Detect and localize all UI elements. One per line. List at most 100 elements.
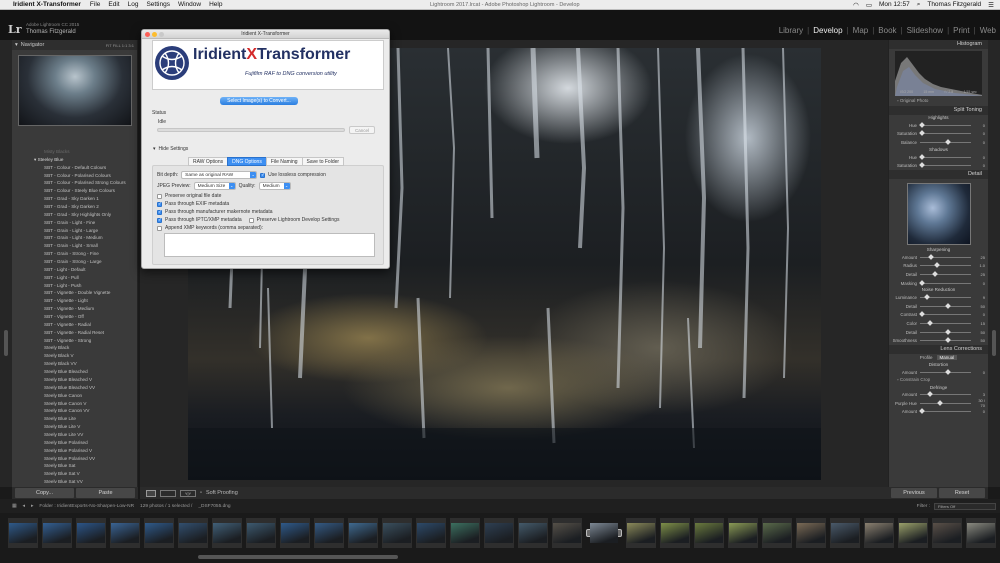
filmstrip-thumb[interactable] (626, 518, 656, 548)
slider-knob[interactable] (919, 153, 925, 160)
preset-item[interactable]: SBT - Grad - Sky Highlights Only (12, 211, 138, 219)
zoom-icon[interactable] (159, 32, 164, 37)
slider-track[interactable] (920, 400, 971, 406)
constrain-crop-checkbox[interactable]: ▫ Constrain Crop (889, 377, 988, 385)
makernote-checkbox[interactable] (157, 209, 162, 215)
battery-icon[interactable]: ▭ (866, 1, 872, 9)
exif-checkbox[interactable] (157, 201, 162, 207)
navigator-preview[interactable] (17, 55, 132, 126)
slider-track[interactable] (920, 139, 971, 145)
filmstrip-scroll-thumb[interactable] (198, 555, 398, 559)
split-toning-header[interactable]: Split Toning (889, 106, 988, 115)
filmstrip-thumb[interactable] (42, 518, 72, 548)
slider-knob[interactable] (944, 302, 951, 309)
filmstrip-thumb[interactable] (864, 518, 894, 548)
slider-value[interactable]: 0 (974, 370, 985, 375)
slider-row[interactable]: Smoothness 50 (889, 336, 988, 345)
slider-row[interactable]: Hue 0 (889, 121, 988, 130)
jpeg-preview-select[interactable]: Medium Size ⌄ (193, 182, 236, 190)
slider-track[interactable] (920, 271, 971, 277)
distortion-amount-slider[interactable]: Amount 0 (889, 368, 988, 377)
slider-row[interactable]: Masking 0 (889, 279, 988, 288)
preset-item[interactable]: SBT - Colour - Steely Blue Colours (12, 187, 138, 195)
detail-header[interactable]: Detail (889, 169, 988, 179)
reset-button[interactable]: Reset (939, 488, 985, 498)
tab-raw-options[interactable]: RAW Options (188, 157, 229, 166)
select-images-button[interactable]: Select Image(s) to Convert... (220, 97, 298, 105)
slider-knob[interactable] (919, 162, 925, 169)
cancel-button[interactable]: Cancel (349, 126, 375, 134)
preset-item[interactable]: SBT - Grain - Light - Large (12, 227, 138, 235)
filmstrip-thumb[interactable] (416, 518, 446, 548)
slider-value[interactable]: 0 (974, 155, 985, 160)
module-map[interactable]: Map (853, 26, 869, 35)
back-arrow-icon[interactable]: ◂ (23, 504, 25, 509)
slider-knob[interactable] (919, 130, 925, 137)
tab-dng-options[interactable]: DNG Options (227, 157, 267, 166)
filmstrip-thumb[interactable] (830, 518, 860, 548)
preset-item[interactable]: SBT - Vignette - Off (12, 313, 138, 321)
previous-button[interactable]: Previous (891, 488, 937, 498)
tab-file-naming[interactable]: File Naming (265, 157, 303, 166)
filmstrip-thumb[interactable] (660, 518, 690, 548)
preset-item[interactable]: SBT - Grain - Strong - Fine (12, 250, 138, 258)
slider-value[interactable]: 1.0 (974, 263, 985, 268)
soft-proofing-checkbox[interactable]: ▫ (200, 490, 202, 496)
menu-edit[interactable]: Edit (108, 1, 119, 8)
filmstrip-thumb[interactable] (348, 518, 378, 548)
filmstrip-thumb[interactable] (898, 518, 928, 548)
preserve-lr-checkbox[interactable] (248, 217, 254, 223)
filmstrip-thumb[interactable] (144, 518, 174, 548)
slider-track[interactable] (920, 262, 971, 269)
slider-row[interactable]: Color 15 (889, 319, 988, 328)
slider-track[interactable] (920, 320, 971, 326)
slider-value[interactable]: 25 (974, 255, 985, 260)
module-slideshow[interactable]: Slideshow (907, 26, 943, 35)
slider-row[interactable]: Amount 0 (889, 408, 988, 417)
preset-folder-faint[interactable]: Misty Blacks (12, 148, 138, 156)
slider-knob[interactable] (944, 139, 951, 145)
slider-value[interactable]: 0 (974, 123, 985, 128)
slider-row[interactable]: Detail 25 (889, 270, 988, 279)
bit-depth-select[interactable]: Same as original RAW ⌄ (181, 171, 258, 179)
slider-knob[interactable] (919, 311, 925, 318)
slider-row[interactable]: Saturation 0 (889, 130, 988, 139)
preset-item[interactable]: Steely Blue Sat (12, 462, 138, 470)
filmstrip-thumb[interactable] (552, 518, 582, 548)
filmstrip-thumb[interactable] (314, 518, 344, 548)
preset-item[interactable]: SBT - Grain - Strong - Large (12, 258, 138, 266)
preset-item[interactable]: Steely Blue Lite (12, 415, 138, 423)
right-panel-handle[interactable] (992, 330, 996, 356)
menu-window[interactable]: Window (178, 1, 201, 8)
preset-item[interactable]: Steely Blue Polarised (12, 439, 138, 447)
slider-value[interactable]: 0 (974, 409, 985, 414)
slider-value[interactable]: 30 / 70 (974, 398, 985, 408)
slider-knob[interactable] (927, 253, 934, 260)
slider-value[interactable]: 0 (974, 163, 985, 168)
slider-knob[interactable] (919, 408, 925, 415)
preserve-date-checkbox[interactable] (157, 193, 162, 199)
slider-row[interactable]: Contrast 0 (889, 311, 988, 320)
slider-knob[interactable] (937, 400, 943, 406)
menu-file[interactable]: File (90, 1, 100, 8)
slider-knob[interactable] (926, 391, 933, 398)
dialog-title-bar[interactable]: Iridient X-Transformer (142, 30, 389, 39)
menu-help[interactable]: Help (209, 1, 222, 8)
slider-track[interactable] (920, 294, 971, 300)
copy-button[interactable]: Copy... (15, 488, 74, 498)
filmstrip-thumb[interactable] (178, 518, 208, 548)
filmstrip-thumb[interactable] (8, 518, 38, 548)
module-book[interactable]: Book (878, 26, 896, 35)
preset-item[interactable]: Steely Blue Bleached V (12, 376, 138, 384)
original-photo-checkbox[interactable]: ▫ Original Photo (889, 98, 988, 106)
filmstrip-thumb[interactable] (586, 523, 622, 543)
filmstrip-thumb[interactable] (932, 518, 962, 548)
lens-tab-manual[interactable]: Manual (936, 355, 958, 361)
xmp-keywords-checkbox[interactable] (157, 225, 162, 231)
detail-preview[interactable] (906, 182, 971, 245)
slider-track[interactable] (919, 121, 971, 128)
preset-item[interactable]: SBT - Grad - Sky Darken 2 (12, 203, 138, 211)
navigator-header[interactable]: ▾ Navigator FIT FILL 1:1 3:1 (12, 40, 137, 50)
preset-item[interactable]: Steely Blue Bleached (12, 368, 138, 376)
preset-item[interactable]: SBT - Vignette - Radial Reset (12, 329, 138, 337)
